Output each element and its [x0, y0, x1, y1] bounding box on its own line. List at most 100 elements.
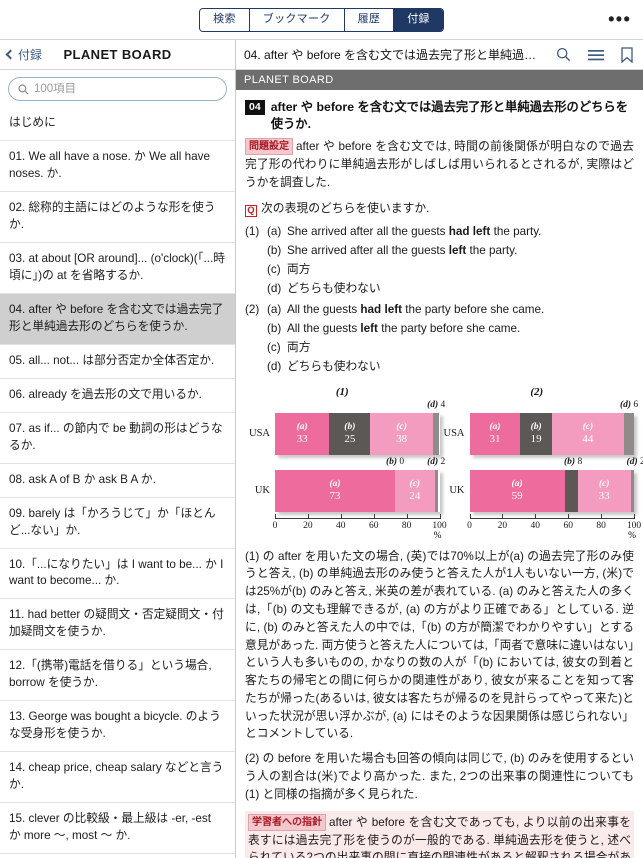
example-row: (b) She arrived after all the guests left…: [245, 242, 634, 261]
sidebar-item-2[interactable]: 02. 総称的主語にはどのような形を使うか.: [0, 192, 235, 243]
sidebar-item-8[interactable]: 08. ask A of B か ask B A か.: [0, 464, 235, 498]
sidebar-item-6[interactable]: 06. already を過去形の文で用いるか.: [0, 379, 235, 413]
sidebar-search-input[interactable]: [34, 83, 217, 95]
sidebar-item-4[interactable]: 04. after や before を含む文では過去完了形と単純過去形のどちら…: [0, 293, 235, 345]
bookmark-icon[interactable]: [621, 46, 633, 63]
article-number-badge: 04: [245, 100, 265, 115]
sidebar-item-1[interactable]: 01. We all have a nose. か We all have no…: [0, 141, 235, 192]
main-split: 付録 PLANET BOARD はじめに01. We all have a no…: [0, 40, 643, 858]
bar-line: USA (a) 31 (b) 19 (c) 44: [440, 412, 635, 455]
detail-header: 04. after や before を含む文では過去完了形と単純過去形のど..…: [236, 40, 643, 70]
sidebar-item-14[interactable]: 14. cheap price, cheap salary などと言うか.: [0, 752, 235, 804]
axis-tick-label: 60: [368, 520, 379, 531]
bar-group-UK: (b) 8 (d) 2 UK (a) 59 (c) 33: [440, 456, 643, 512]
example-option-label: (c): [267, 262, 281, 276]
bar-segment-a: (a) 31: [469, 412, 521, 455]
bar-callout-label: (b) 8: [564, 456, 583, 467]
axis-tick: [601, 513, 603, 519]
learner-guide-block: 学習者への指針 after や before を含む文であっても, より以前の出来…: [245, 810, 634, 858]
sidebar-item-11[interactable]: 11. had better の疑問文・否定疑問文・付加疑問文を使うか.: [0, 599, 235, 651]
bar-segment-a: (a) 73: [275, 469, 396, 512]
detail-pane: 04. after や before を含む文では過去完了形と単純過去形のど..…: [236, 40, 643, 858]
analysis-paragraph-1: (1) の after を用いた文の場合, (英)では70%以上が(a) の過去…: [245, 548, 634, 744]
axis-inner: 0 20 40 60 80 100%: [272, 513, 447, 544]
sidebar-item-0[interactable]: はじめに: [0, 107, 235, 141]
bar-category-label: UK: [254, 485, 270, 497]
sidebar-item-16[interactable]: 16. die from と die of はどう使い分けるか.: [0, 854, 235, 858]
app-root: 検索 ブックマーク 履歴 付録 ••• 付録 PLANET BOARD 100項…: [0, 0, 643, 858]
example-option-label: (c): [267, 340, 281, 354]
article-headline-text: after や before を含む文では過去完了形と単純過去形のどちらを使うか…: [270, 100, 629, 132]
axis-unit-label: %: [628, 530, 636, 541]
bar-segment-c: (c) 44: [551, 412, 625, 455]
axis-tick-label: 40: [530, 520, 541, 531]
chart-axis: 0 20 40 60 80 100%: [440, 513, 641, 544]
example-group-number: [245, 280, 267, 299]
sidebar: 付録 PLANET BOARD はじめに01. We all have a no…: [0, 40, 236, 858]
sidebar-item-3[interactable]: 03. at about [OR around]... (o'clock)(「.…: [0, 243, 235, 294]
example-row: (d) どちらも使わない: [245, 358, 634, 377]
sidebar-item-list[interactable]: はじめに 01. We all have a nose. か We all hav…: [0, 107, 235, 858]
stacked-bar: (a) 31 (b) 19 (c) 44: [469, 412, 635, 455]
example-row: (c) 両方: [245, 339, 634, 358]
axis-tick-label: 100: [626, 520, 642, 531]
sidebar-item-9[interactable]: 09. barely は「かろうじて」か「ほとんど...ない」か.: [0, 498, 235, 549]
example-option-label: (b): [267, 321, 282, 335]
example-option-text: All the guests had left the party before…: [287, 302, 545, 316]
example-option-text: She arrived after all the guests had lef…: [287, 224, 542, 238]
survey-charts: (1) (d) 4 USA (a) 33 (b) 25 (c) 38 (b) 0 (d) 2 UK (a…: [245, 386, 643, 544]
analysis-text-2: (2) の before を用いた場合も回答の傾向は同じで, (b) のみを使用…: [245, 752, 634, 801]
bar-segment-a: (a) 33: [275, 412, 330, 455]
sidebar-back-button[interactable]: 付録: [0, 46, 42, 63]
axis-tick-label: 40: [336, 520, 346, 531]
axis-tick: [568, 513, 570, 519]
sidebar-item-5[interactable]: 05. all... not... は部分否定か全体否定か.: [0, 345, 235, 379]
more-options-icon[interactable]: •••: [608, 10, 631, 29]
search-icon: [18, 83, 29, 95]
example-list: (1) (a) She arrived after all the guests h…: [245, 223, 634, 377]
axis-tick-label: 60: [563, 520, 573, 531]
sidebar-item-7[interactable]: 07. as if... の節内で be 動詞の形はどうなるか.: [0, 413, 235, 464]
axis-tick: [634, 513, 635, 519]
top-toolbar: 検索 ブックマーク 履歴 付録 •••: [0, 0, 643, 40]
example-row: (c) 両方: [245, 261, 634, 280]
tab-3[interactable]: 付録: [394, 8, 443, 31]
example-group-number: [245, 358, 267, 377]
sidebar-item-15[interactable]: 15. clever の比較級・最上級は -er, -est か more 〜,…: [0, 803, 235, 855]
sidebar-header: 付録 PLANET BOARD: [0, 40, 235, 70]
sidebar-item-12[interactable]: 12.「(携帯)電話を借りる」という場合, borrow を使うか.: [0, 650, 235, 702]
tab-0[interactable]: 検索: [200, 8, 250, 31]
chart-2: (2) (d) 6 USA (a) 31 (b) 19 (c) 44 (b) 8 (d) 2 UK (a…: [440, 386, 643, 544]
axis-line: [275, 517, 440, 519]
detail-content: 04 after や before を含む文では過去完了形と単純過去形のどちらを…: [236, 90, 643, 858]
article-headline: 04 after や before を含む文では過去完了形と単純過去形のどちらを…: [245, 99, 634, 133]
sidebar-search-container: [0, 70, 235, 107]
example-block-1: (2) (a) All the guests had left the party …: [245, 301, 634, 377]
sidebar-search-box[interactable]: [8, 77, 227, 101]
bar-callouts: (b) 0 (d) 2: [245, 457, 445, 470]
learner-guide-paragraph: 学習者への指針 after や before を含む文であっても, より以前の出来…: [248, 813, 631, 858]
example-row: (2) (a) All the guests had left the party …: [245, 301, 634, 320]
sidebar-item-13[interactable]: 13. George was bought a bicycle. のような受身形…: [0, 701, 235, 753]
axis-tick-label: 0: [272, 520, 278, 531]
example-option-text: She arrived after all the guests left th…: [287, 243, 518, 257]
axis-tick-label: 80: [596, 520, 606, 531]
sidebar-back-label: 付録: [18, 48, 43, 62]
axis-tick: [373, 513, 375, 519]
mode-segmented-control[interactable]: 検索 ブックマーク 履歴 付録: [199, 7, 444, 32]
example-option-label: (d): [267, 281, 282, 295]
search-icon[interactable]: [556, 47, 571, 62]
question-badge: Q: [245, 204, 257, 217]
bar-callouts: (d) 6: [440, 400, 638, 413]
list-menu-icon[interactable]: [588, 48, 604, 62]
sidebar-item-10[interactable]: 10.「...になりたい」は I want to be... か I want …: [0, 549, 235, 600]
chart-axis: 0 20 40 60 80 100%: [245, 513, 447, 544]
axis-inner: 0 20 40 60 80 100%: [467, 513, 641, 544]
bar-segment-b: (b) 25: [329, 412, 371, 455]
bar-line: UK (a) 59 (c) 33: [440, 469, 634, 512]
bar-category-label: USA: [248, 428, 270, 440]
stacked-bar: (a) 73 (c) 24: [275, 469, 440, 512]
axis-tick: [307, 513, 309, 519]
tab-2[interactable]: 履歴: [344, 8, 395, 31]
tab-1[interactable]: ブックマーク: [249, 8, 345, 31]
